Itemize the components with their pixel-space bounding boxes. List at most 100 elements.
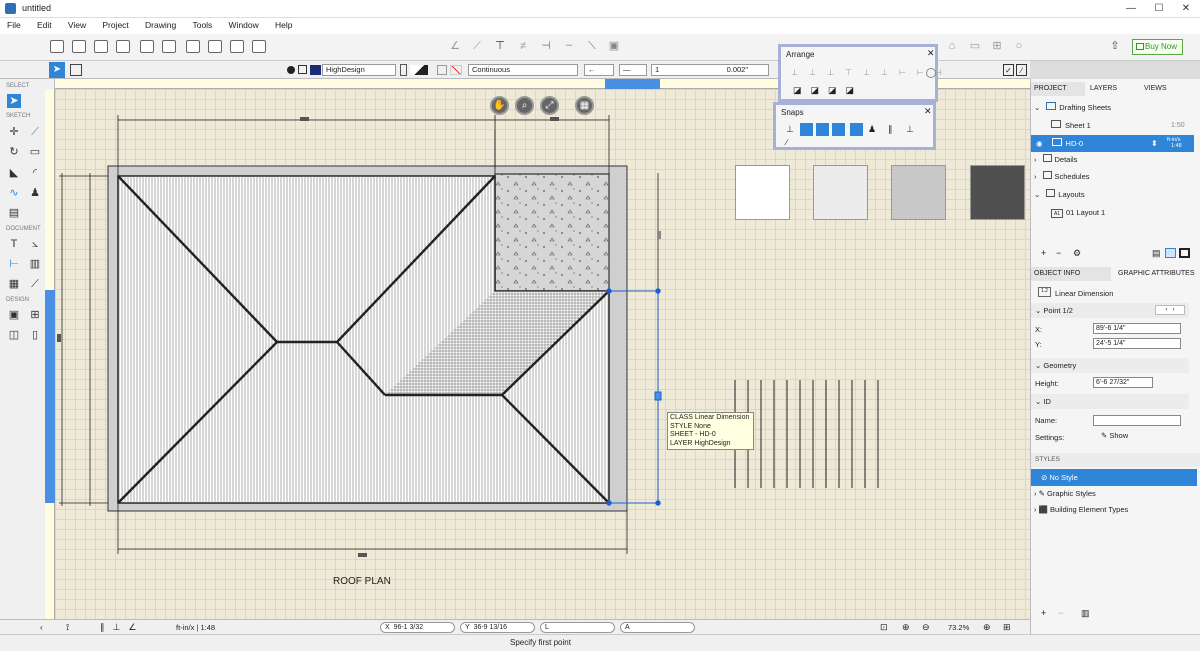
style-remove-icon[interactable]: −	[1058, 608, 1063, 618]
pencil-icon[interactable]	[400, 64, 407, 76]
zoom-out-icon[interactable]: ⊖	[922, 622, 930, 633]
flip-icon[interactable]	[208, 40, 222, 53]
swatch-dark-gray[interactable]	[970, 165, 1025, 220]
show-settings-button[interactable]: ✎ Show	[1101, 431, 1128, 440]
edit-icon[interactable]	[252, 40, 266, 53]
point-tool-icon[interactable]: ✛	[7, 125, 21, 139]
style-no-style[interactable]: ⊘ No Style	[1031, 469, 1197, 486]
snap-perpendicular-icon[interactable]: ⊥	[906, 124, 914, 135]
tab-graphic-attributes[interactable]: GRAPHIC ATTRIBUTES	[1115, 267, 1199, 281]
swatch-light-gray[interactable]	[813, 165, 868, 220]
zoom-window-icon[interactable]: ⊕	[983, 622, 991, 633]
linetype-select[interactable]: Continuous	[468, 64, 578, 76]
share-icon[interactable]: ⇧	[1108, 41, 1122, 52]
align-icon[interactable]: ∕	[1016, 64, 1027, 76]
dimension-tool-icon[interactable]: ⊢	[7, 257, 21, 271]
tree-details[interactable]: › Details	[1031, 151, 1200, 168]
tree-drafting-sheets[interactable]: ⌄ Drafting Sheets	[1031, 99, 1200, 116]
measure-tool-icon[interactable]: ⟋	[28, 277, 42, 291]
snap-quadrant-icon[interactable]	[850, 123, 863, 136]
collapse-icon[interactable]: ‹	[40, 623, 43, 632]
select-tool-icon[interactable]: ➤	[7, 94, 21, 108]
trim-icon[interactable]: ⟋	[470, 41, 484, 52]
layer-color-swatch[interactable]	[310, 65, 321, 75]
x-field[interactable]: 89'-6 1/4"	[1093, 323, 1181, 334]
copy-icon[interactable]: ▣	[607, 41, 621, 52]
fit-all-icon[interactable]: ⊡	[880, 622, 888, 633]
arrow-end-select[interactable]: —	[619, 64, 647, 76]
polyline-tool-icon[interactable]: ◣	[7, 166, 21, 180]
door-tool-icon[interactable]: ◫	[7, 328, 21, 342]
ungroup-icon[interactable]	[162, 40, 176, 53]
fill-icon[interactable]	[410, 65, 428, 75]
maximize-button[interactable]: ☐	[1145, 0, 1173, 18]
style-add-icon[interactable]: +	[1041, 608, 1046, 618]
frame-icon[interactable]: ▭	[968, 41, 982, 52]
tree-hd0-selected[interactable]: ◉ HD-0 ⬍ ft-in/x 1:48	[1031, 135, 1194, 152]
view-list-icon[interactable]: ▤	[1152, 248, 1161, 259]
image-tool-icon[interactable]: ▤	[7, 206, 21, 220]
thickness-select[interactable]: 1 0.002"	[651, 64, 769, 76]
swatch-white[interactable]	[735, 165, 790, 220]
close-button[interactable]: ✕	[1172, 0, 1200, 18]
menu-file[interactable]: File	[0, 18, 28, 32]
more-icon[interactable]	[926, 68, 936, 78]
grid-icon[interactable]: ⊞	[990, 41, 1004, 52]
tab-object-info[interactable]: OBJECT INFO	[1031, 267, 1111, 281]
pattern-icon[interactable]	[437, 65, 447, 75]
angle-tool-icon[interactable]: ∠	[448, 41, 462, 52]
wall-tool-icon[interactable]: ▣	[7, 308, 21, 322]
arrow-start-select[interactable]: ←	[584, 64, 614, 76]
point-stepper[interactable]: ‹ ›	[1155, 305, 1185, 315]
select-arrow-icon[interactable]: ➤	[49, 62, 65, 78]
mirror-icon[interactable]	[186, 40, 200, 53]
snap-midpoint-icon[interactable]	[800, 123, 813, 136]
y-field[interactable]: 24'-5 1/4"	[1093, 338, 1181, 349]
no-fill-icon[interactable]	[450, 65, 462, 75]
bulb-icon[interactable]: ○	[1012, 41, 1026, 52]
menu-project[interactable]: Project	[95, 18, 135, 32]
duplicate-icon[interactable]	[94, 40, 108, 53]
angle-field[interactable]: A	[620, 622, 695, 633]
zoom-level[interactable]: 73.2%	[948, 623, 969, 632]
menu-view[interactable]: View	[61, 18, 93, 32]
view-panel-icon[interactable]	[1165, 248, 1176, 258]
zoom-in-icon[interactable]: ⊕	[902, 622, 910, 633]
style-graphic-styles[interactable]: › ✎ Graphic Styles	[1031, 485, 1200, 502]
name-field[interactable]	[1093, 415, 1181, 426]
dimension-angle-icon[interactable]: ⦣	[28, 237, 42, 251]
snaps-close-icon[interactable]: ✕	[924, 106, 932, 117]
zoom-options-icon[interactable]: ⊞	[1003, 622, 1011, 633]
symbol-tool-icon[interactable]: ♟	[28, 186, 42, 200]
split-icon[interactable]: ⊣	[539, 41, 553, 52]
crosshair-icon[interactable]	[70, 64, 82, 76]
minimize-button[interactable]: —	[1117, 0, 1145, 18]
snap-intersection-icon[interactable]	[832, 123, 845, 136]
group-icon[interactable]	[140, 40, 154, 53]
spline-tool-icon[interactable]: ∿	[7, 186, 21, 200]
extend-icon[interactable]: ⊤	[493, 41, 507, 52]
table-tool-icon[interactable]: ▦	[7, 277, 21, 291]
arrange-close-icon[interactable]: ✕	[927, 48, 935, 59]
new-sheet-icon[interactable]	[50, 40, 64, 53]
column-tool-icon[interactable]: ▯	[28, 328, 42, 342]
x-coordinate-field[interactable]: X 96-1 3/32	[380, 622, 455, 633]
label-tool-icon[interactable]: ▥	[28, 257, 42, 271]
window-tool-icon[interactable]: ⊞	[28, 308, 42, 322]
point-section-header[interactable]: ⌄ Point 1/2 ‹ ›	[1031, 303, 1189, 318]
y-coordinate-field[interactable]: Y 36-9 13/16	[460, 622, 535, 633]
curve-tool-icon[interactable]: ◜	[28, 166, 42, 180]
rectangle-tool-icon[interactable]: ▭	[28, 145, 42, 159]
order-buttons[interactable]: ◪◪◪◪	[793, 85, 863, 96]
menu-edit[interactable]: Edit	[30, 18, 59, 32]
snap-nearest-icon[interactable]: ∕	[786, 138, 787, 147]
remove-icon[interactable]: −	[1056, 248, 1061, 258]
add-icon[interactable]: +	[1041, 248, 1046, 258]
style-building-element-types[interactable]: › ⬛ Building Element Types	[1031, 501, 1200, 518]
scale-readout[interactable]: ft-in/x | 1:48	[176, 623, 215, 632]
tab-project[interactable]: PROJECT	[1031, 82, 1085, 96]
tree-schedules[interactable]: › Schedules	[1031, 168, 1200, 185]
text-tool-icon[interactable]: T	[7, 237, 21, 251]
menu-help[interactable]: Help	[268, 18, 299, 32]
id-section-header[interactable]: ⌄ ID	[1031, 394, 1189, 409]
